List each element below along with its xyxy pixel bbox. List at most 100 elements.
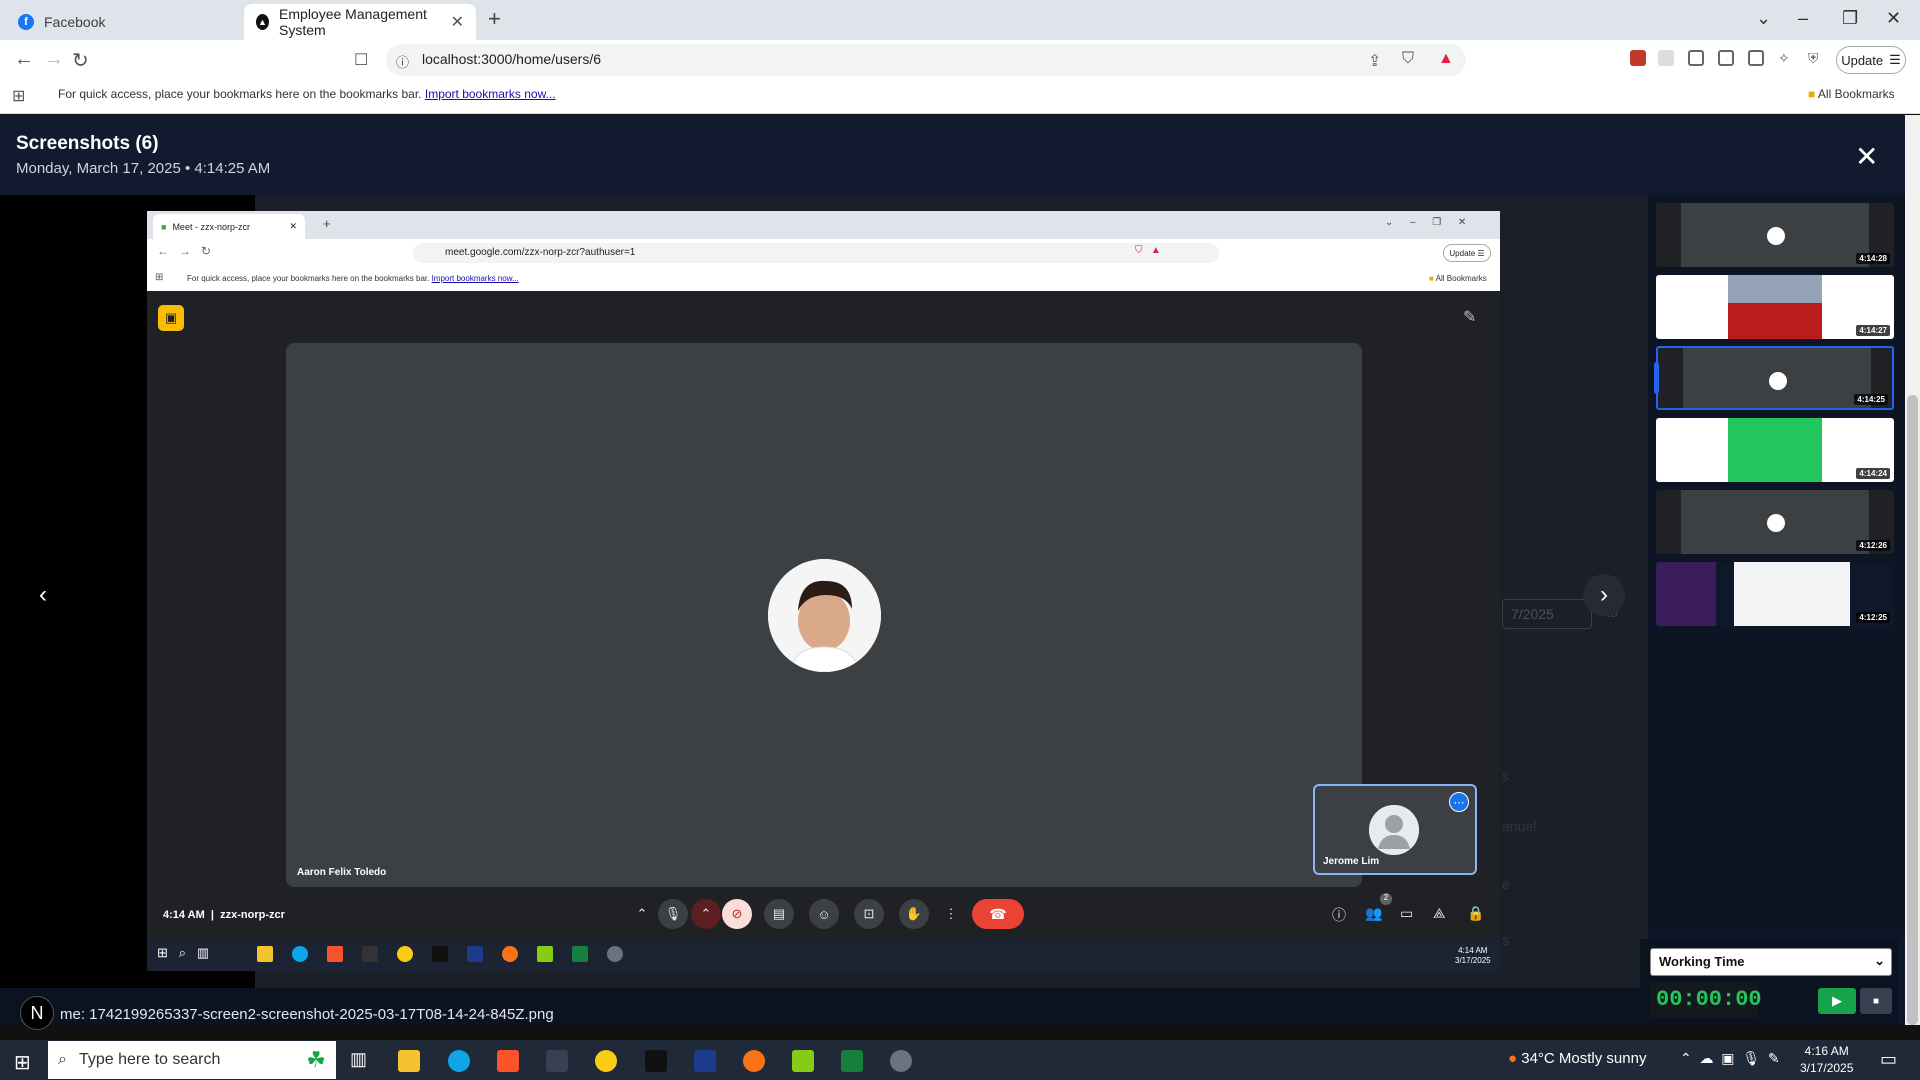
system-clock[interactable]: 4:16 AM 3/17/2025 [1800, 1043, 1853, 1077]
apps-grid-icon[interactable]: ⊞ [12, 86, 25, 106]
taskbar-search[interactable]: ⌕ Type here to search ☘ [48, 1041, 336, 1079]
user-avatar[interactable]: N [20, 996, 54, 1030]
close-viewer-button[interactable]: ✕ [1855, 140, 1878, 173]
shot-clock: 4:14 AM 3/17/2025 [1455, 946, 1491, 966]
tab-facebook[interactable]: f Facebook [6, 4, 242, 40]
extension-icon[interactable] [1630, 50, 1646, 66]
weather-widget[interactable]: ● 34°C Mostly sunny [1508, 1050, 1646, 1067]
all-bookmarks-button[interactable]: ■ All Bookmarks [1808, 87, 1895, 101]
camera-off-icon: ▣ [158, 305, 184, 331]
default-avatar-icon [1369, 805, 1419, 855]
close-tab-icon[interactable]: ✕ [451, 12, 464, 32]
app-icon[interactable] [645, 1050, 667, 1072]
facebook-icon: f [18, 14, 34, 30]
tab-employee-management[interactable]: ▲ Employee Management System ✕ [244, 4, 476, 40]
wallet-icon[interactable] [1748, 50, 1764, 66]
scrollbar-thumb[interactable] [1907, 395, 1918, 1025]
extension-icon[interactable] [1658, 50, 1674, 66]
network-icon: ▣ [1721, 1050, 1735, 1066]
working-time-select[interactable]: Working Time ⌄ [1650, 948, 1892, 976]
restore-button[interactable]: ❐ [1842, 8, 1858, 29]
app-icon [502, 946, 518, 962]
reload-icon[interactable]: ↻ [72, 48, 89, 73]
settings-icon[interactable] [890, 1050, 912, 1072]
close-window-button[interactable]: ✕ [1886, 8, 1901, 29]
leo-icon[interactable]: ✧ [1778, 50, 1794, 66]
next-screenshot-button[interactable]: › [1583, 574, 1625, 616]
cloud-icon: ☁ [1699, 1050, 1714, 1066]
notification-icon[interactable]: ▭ [1880, 1049, 1897, 1070]
thumbnail[interactable]: 4:14:24 [1656, 418, 1894, 482]
app-icon [362, 946, 378, 962]
edge-icon [292, 946, 308, 962]
working-time-label: Working Time [1659, 954, 1745, 969]
excel-icon[interactable] [841, 1050, 863, 1072]
bookmark-icon[interactable]: ☐ [354, 50, 368, 70]
app-icon[interactable] [595, 1050, 617, 1072]
thumbnail[interactable]: 4:14:27 [1656, 275, 1894, 339]
thumbnail[interactable]: 4:12:25 [1656, 562, 1894, 626]
viewer-datetime: Monday, March 17, 2025 • 4:14:25 AM [16, 160, 271, 177]
stop-button[interactable]: ■ [1860, 988, 1892, 1014]
chevron-up-icon: ⌃ [636, 906, 648, 921]
site-info-icon[interactable]: ⓘ [396, 52, 409, 71]
brave-shield-icon[interactable]: ⛉ [1402, 50, 1414, 68]
thumbnail-time: 4:14:25 [1854, 394, 1888, 405]
forward-icon[interactable]: → [44, 48, 64, 71]
system-tray[interactable]: ⌃ ☁ ▣ 🎙 ✎ [1680, 1050, 1780, 1067]
previous-screenshot-button[interactable]: ‹ [22, 574, 64, 616]
background-text: s [1502, 932, 1509, 948]
camera-off-button-icon: ⊘ [722, 899, 752, 929]
clock-time: 4:16 AM [1804, 1044, 1849, 1058]
vpn-icon[interactable]: ⛨ [1808, 50, 1824, 66]
shot-bookmarks-text: For quick access, place your bookmarks h… [187, 274, 430, 283]
menu-icon: ☰ [1889, 52, 1901, 67]
meeting-code: zzx-norp-zcr [220, 909, 285, 921]
pen-icon: ✎ [1767, 1050, 1780, 1066]
meeting-time: 4:14 AM [163, 909, 205, 921]
shot-update-label: Update [1449, 248, 1476, 258]
back-icon[interactable]: ← [14, 48, 34, 71]
import-bookmarks-link[interactable]: Import bookmarks now... [425, 87, 556, 101]
tab-search-icon[interactable]: ⌄ [1756, 8, 1771, 29]
background-text: e [1502, 876, 1510, 892]
app-icon[interactable] [694, 1050, 716, 1072]
weather-icon: ● [1508, 1050, 1518, 1067]
search-icon: ⌕ [58, 1051, 67, 1068]
thumbnail-time: 4:12:26 [1856, 540, 1890, 551]
app-icon[interactable] [792, 1050, 814, 1072]
windows-start-icon[interactable]: ⊞ [14, 1050, 31, 1075]
edge-icon[interactable] [448, 1050, 470, 1072]
play-button[interactable]: ▶ [1818, 988, 1856, 1014]
brave-icon [327, 946, 343, 962]
minimize-button[interactable]: – [1798, 8, 1808, 29]
sidebar-icon[interactable] [1718, 50, 1734, 66]
apps-grid-icon: ⊞ [155, 272, 164, 283]
end-call-icon: ☎ [972, 899, 1024, 929]
app-icon [397, 946, 413, 962]
update-button[interactable]: Update ☰ [1836, 46, 1906, 74]
shot-url: meet.google.com/zzx-norp-zcr?authuser=1 [445, 247, 636, 258]
close-icon: ✕ [289, 221, 297, 231]
timer-display: 00:00:00 [1650, 982, 1762, 1018]
thumbnail[interactable]: 4:14:28 [1656, 203, 1894, 267]
new-tab-button[interactable]: + [488, 6, 501, 32]
app-icon: ▲ [256, 14, 270, 30]
thumbnail[interactable]: 4:12:26 [1656, 490, 1894, 554]
present-icon: ⊡ [854, 899, 884, 929]
task-view-icon[interactable]: ▥ [350, 1049, 367, 1070]
window-controls: ⌄ – ❐ ✕ [1385, 217, 1467, 228]
search-placeholder: Type here to search [78, 1051, 221, 1068]
extensions-icon[interactable] [1688, 50, 1704, 66]
app-icon[interactable] [743, 1050, 765, 1072]
activities-icon: ⟁ [1433, 905, 1446, 921]
excel-icon [572, 946, 588, 962]
bookmarks-prompt-text: For quick access, place your bookmarks h… [58, 87, 422, 101]
brave-rewards-icon[interactable]: ▲ [1438, 50, 1454, 68]
brave-icon[interactable] [497, 1050, 519, 1072]
thumbnail-selected[interactable]: 4:14:25 [1656, 346, 1894, 410]
app-icon[interactable] [546, 1050, 568, 1072]
share-icon[interactable]: ⇪ [1368, 51, 1381, 71]
url-text: localhost:3000/home/users/6 [422, 51, 601, 67]
file-explorer-icon[interactable] [398, 1050, 420, 1072]
